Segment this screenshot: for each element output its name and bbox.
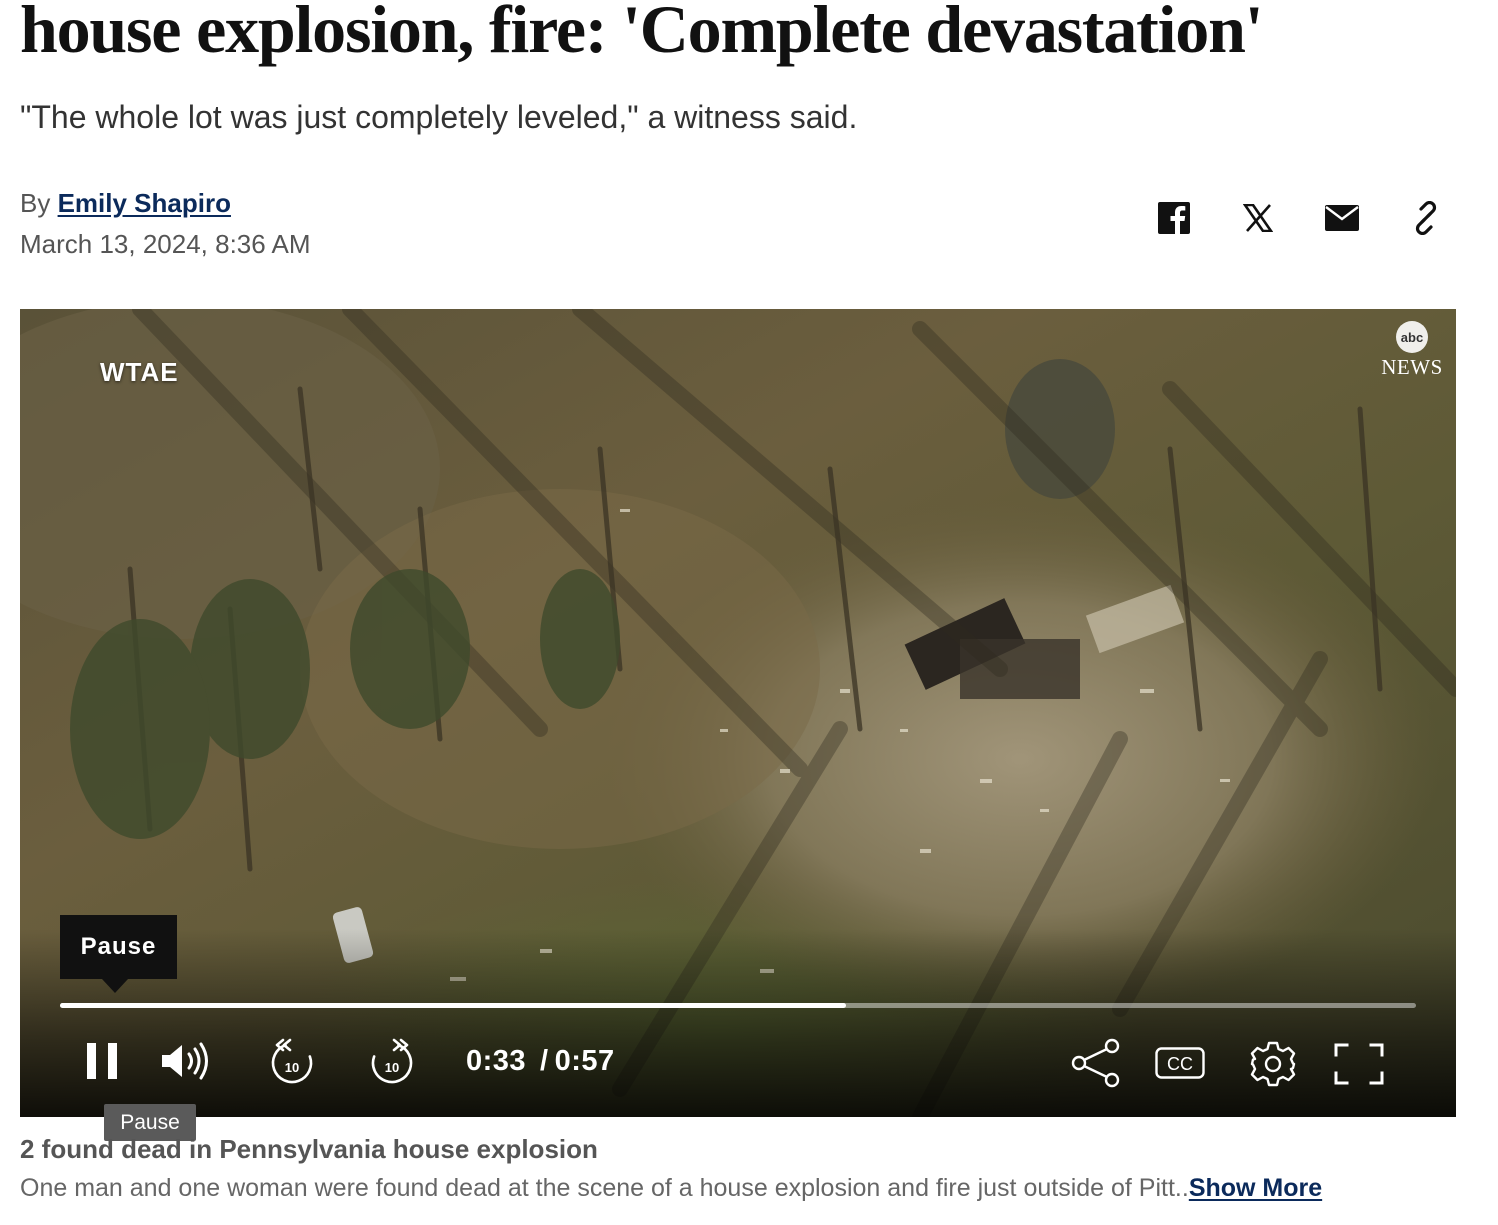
pause-tooltip: Pause xyxy=(60,915,177,979)
forward-seconds: 10 xyxy=(385,1060,399,1075)
abc-logo-mark: abc xyxy=(1396,321,1428,353)
volume-icon[interactable] xyxy=(158,1039,214,1083)
publish-date: March 13, 2024, 8:36 AM xyxy=(20,229,311,259)
rewind-10-icon[interactable]: 10 xyxy=(268,1037,316,1087)
byline: By Emily Shapiro xyxy=(20,188,231,219)
share-icon[interactable] xyxy=(1068,1037,1124,1089)
article-headline: house explosion, fire: 'Complete devasta… xyxy=(20,0,1264,67)
video-player[interactable]: WTAE abc NEWS Pause 10 10 0:33 / 0:57 CC xyxy=(20,309,1456,1117)
abc-logo-word: NEWS xyxy=(1381,355,1443,379)
time-display: 0:33 /0:57 xyxy=(466,1045,615,1078)
article-subhead: "The whole lot was just completely level… xyxy=(20,99,858,135)
tooltip-arrow xyxy=(102,979,128,993)
link-icon[interactable] xyxy=(1404,196,1448,240)
duration: 0:57 xyxy=(554,1045,615,1077)
email-icon[interactable] xyxy=(1320,196,1364,240)
controls-gradient xyxy=(20,929,1456,1117)
time-separator: / xyxy=(540,1045,549,1077)
video-caption-description: One man and one woman were found dead at… xyxy=(20,1174,1322,1203)
cc-label: CC xyxy=(1167,1054,1193,1074)
progress-fill xyxy=(60,1003,847,1008)
x-icon[interactable] xyxy=(1236,196,1280,240)
rewind-seconds: 10 xyxy=(285,1060,299,1075)
cc-icon[interactable]: CC xyxy=(1154,1045,1206,1081)
byline-prefix: By xyxy=(20,188,51,218)
fullscreen-icon[interactable] xyxy=(1334,1041,1384,1087)
forward-10-icon[interactable]: 10 xyxy=(368,1037,416,1087)
caption-text: One man and one woman were found dead at… xyxy=(20,1174,1189,1202)
settings-icon[interactable] xyxy=(1248,1039,1298,1089)
facebook-icon[interactable] xyxy=(1152,196,1196,240)
current-time: 0:33 xyxy=(466,1045,527,1077)
progress-bar[interactable] xyxy=(60,1003,1416,1008)
author-link[interactable]: Emily Shapiro xyxy=(58,188,231,218)
pause-icon[interactable] xyxy=(80,1039,124,1083)
share-bar xyxy=(1150,196,1450,240)
station-bug: WTAE xyxy=(100,357,179,387)
abc-news-logo: abc NEWS xyxy=(1376,321,1448,381)
show-more-link[interactable]: Show More xyxy=(1189,1174,1322,1202)
video-caption-title: 2 found dead in Pennsylvania house explo… xyxy=(20,1134,598,1164)
